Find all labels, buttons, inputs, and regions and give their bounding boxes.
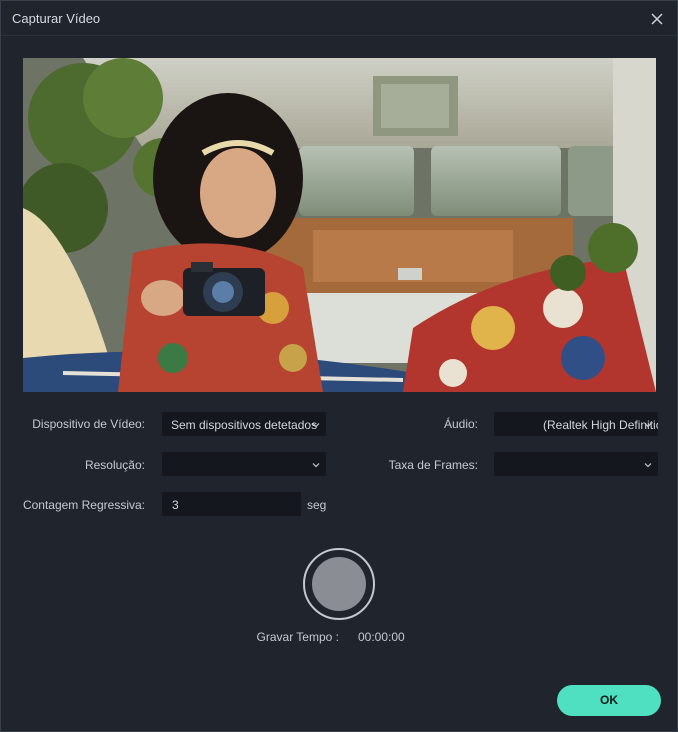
countdown-label: Contagem Regressiva: [22, 498, 145, 512]
frame-rate-select[interactable] [494, 452, 658, 476]
dialog-title: Capturar Vídeo [12, 11, 101, 26]
record-time-label: Gravar Tempo : [256, 630, 339, 644]
countdown-value: 3 [172, 498, 179, 512]
chevron-down-icon [643, 419, 653, 429]
resolution-label: Resolução: [84, 458, 145, 472]
video-device-value: Sem dispositivos detetados [171, 418, 318, 432]
capture-video-dialog: Capturar Vídeo Dispositivo de Vídeo: Sem… [0, 0, 678, 732]
video-device-select[interactable]: Sem dispositivos detetados [162, 412, 326, 436]
close-icon[interactable] [647, 9, 667, 29]
countdown-input[interactable]: 3 [162, 492, 301, 516]
chevron-down-icon [643, 459, 653, 469]
title-bar: Capturar Vídeo [1, 1, 677, 36]
countdown-unit: seg [307, 498, 327, 512]
frame-rate-label: Taxa de Frames: [388, 458, 478, 472]
record-button[interactable] [303, 548, 375, 620]
audio-select[interactable]: (Realtek High Definition Audio) [494, 412, 658, 436]
record-icon [312, 557, 366, 611]
ok-button[interactable]: OK [557, 685, 661, 716]
chevron-down-icon [311, 459, 321, 469]
audio-value: (Realtek High Definition Audio) [543, 418, 658, 432]
record-time-value: 00:00:00 [358, 630, 405, 644]
chevron-down-icon [311, 419, 321, 429]
resolution-select[interactable] [162, 452, 326, 476]
audio-label: Áudio: [443, 417, 478, 431]
video-device-label: Dispositivo de Vídeo: [32, 417, 145, 431]
video-preview [23, 58, 656, 392]
